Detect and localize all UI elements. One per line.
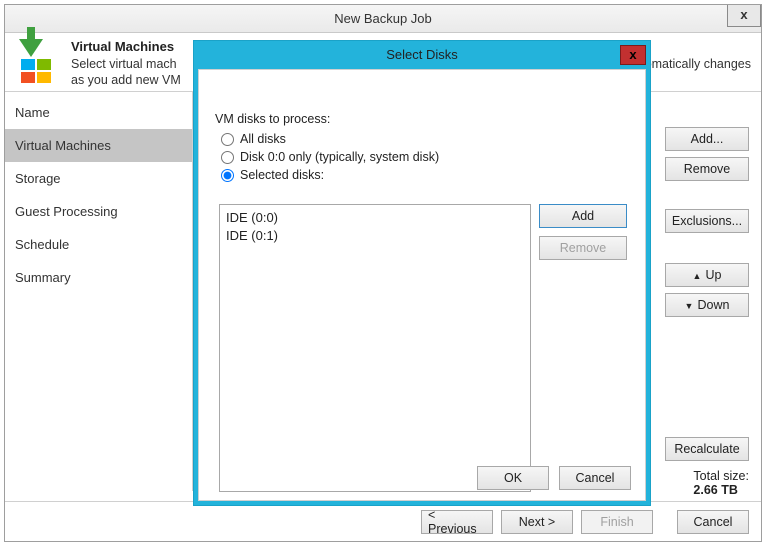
wizard-close-button[interactable]: x xyxy=(727,5,761,27)
cancel-button[interactable]: Cancel xyxy=(677,510,749,534)
header-text: Virtual Machines Select virtual mach as … xyxy=(71,39,181,89)
wizard-steps-sidebar: Name Virtual Machines Storage Guest Proc… xyxy=(5,92,193,491)
total-size-label: Total size: xyxy=(693,469,749,483)
recalculate-button[interactable]: Recalculate xyxy=(665,437,749,461)
finish-button[interactable]: Finish xyxy=(581,510,653,534)
wizard-titlebar: New Backup Job x xyxy=(5,5,761,33)
remove-vm-button[interactable]: Remove xyxy=(665,157,749,181)
wizard-title: New Backup Job xyxy=(334,11,432,26)
move-up-button[interactable]: Up xyxy=(665,263,749,287)
order-actions: Up Down xyxy=(665,263,749,317)
page-subtitle-right: omatically changes xyxy=(645,39,751,71)
arrow-down-icon xyxy=(685,298,694,312)
wizard-footer: < Previous Next > Finish Cancel xyxy=(5,501,761,541)
add-vm-button[interactable]: Add... xyxy=(665,127,749,151)
previous-button[interactable]: < Previous xyxy=(421,510,493,534)
page-title: Virtual Machines xyxy=(71,39,181,54)
total-size-value: 2.66 TB xyxy=(693,483,749,497)
close-icon: x xyxy=(740,7,747,22)
step-virtual-machines[interactable]: Virtual Machines xyxy=(5,129,192,162)
page-subtitle-left: Select virtual mach as you add new VM xyxy=(71,56,181,89)
step-guest-processing[interactable]: Guest Processing xyxy=(5,195,192,228)
wizard-window: New Backup Job x Virtual Machines Select… xyxy=(4,4,762,542)
wizard-body: Name Virtual Machines Storage Guest Proc… xyxy=(5,91,761,491)
next-button[interactable]: Next > xyxy=(501,510,573,534)
step-name[interactable]: Name xyxy=(5,96,192,129)
vm-list-actions: Add... Remove xyxy=(665,127,749,181)
step-storage[interactable]: Storage xyxy=(5,162,192,195)
recalc-actions: Recalculate xyxy=(665,437,749,461)
exclusions-button[interactable]: Exclusions... xyxy=(665,209,749,233)
arrow-up-icon xyxy=(693,268,702,282)
vm-wizard-icon xyxy=(15,41,61,87)
move-up-label: Up xyxy=(705,268,721,282)
step-summary[interactable]: Summary xyxy=(5,261,192,294)
total-size: Total size: 2.66 TB xyxy=(693,469,749,497)
move-down-label: Down xyxy=(697,298,729,312)
move-down-button[interactable]: Down xyxy=(665,293,749,317)
wizard-header: Virtual Machines Select virtual mach as … xyxy=(5,33,761,91)
step-schedule[interactable]: Schedule xyxy=(5,228,192,261)
exclusions-actions: Exclusions... xyxy=(665,209,749,233)
